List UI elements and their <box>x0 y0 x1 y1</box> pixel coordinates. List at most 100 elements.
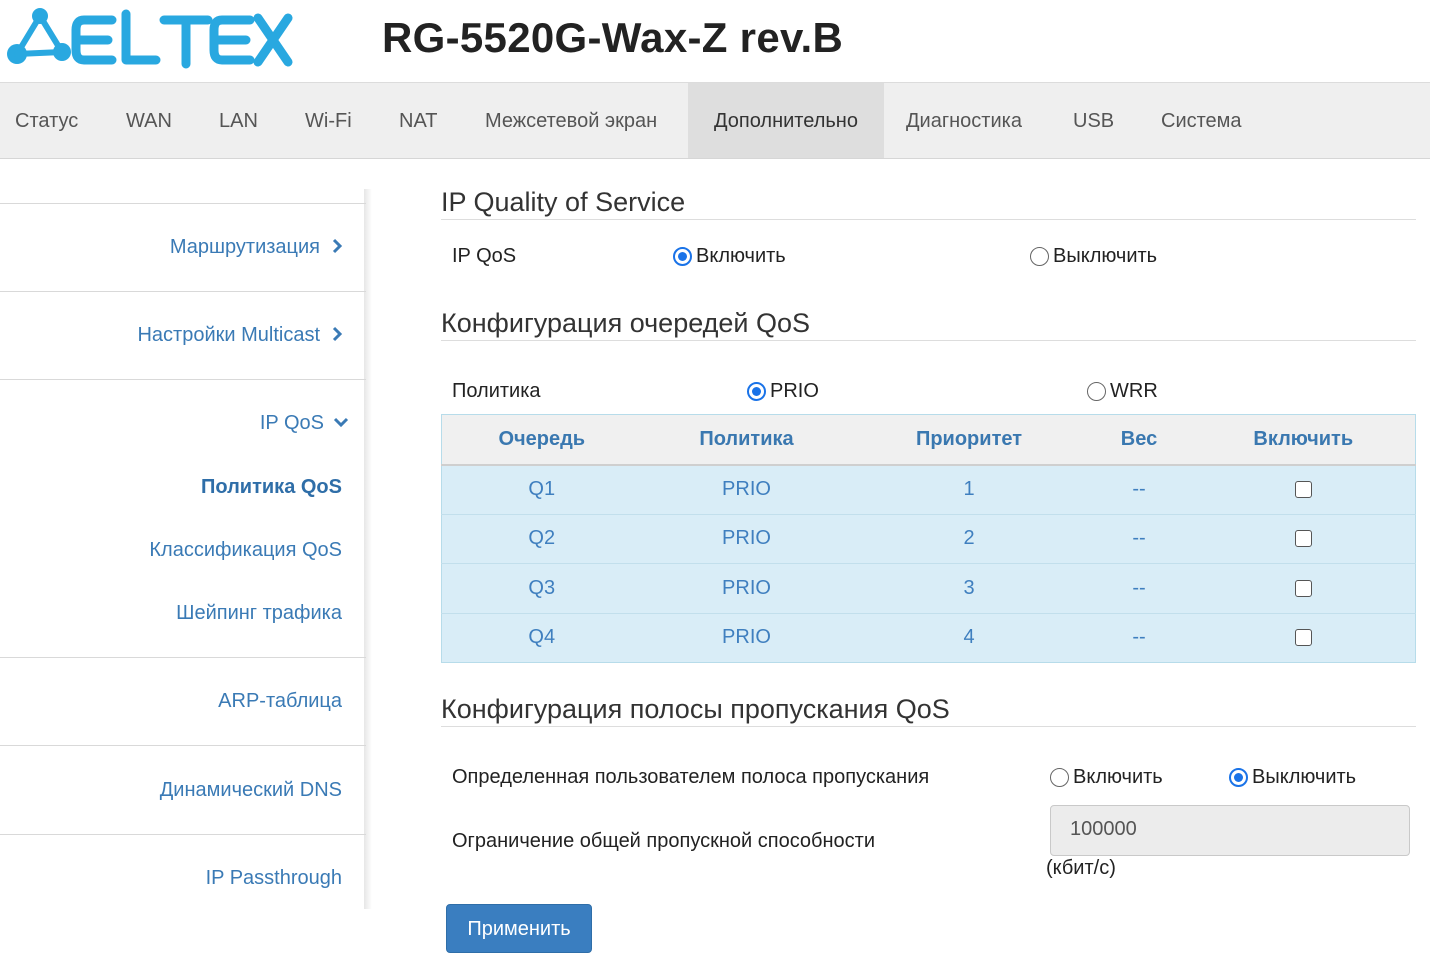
ip-qos-label: IP QoS <box>452 245 517 267</box>
top-navigation: Статус WAN LAN Wi-Fi NAT Межсетевой экра… <box>0 82 1430 159</box>
radio-unchecked-icon <box>1050 768 1069 787</box>
tab-firewall[interactable]: Межсетевой экран <box>463 83 679 158</box>
radio-label: PRIO <box>770 380 819 402</box>
tab-wifi[interactable]: Wi-Fi <box>283 83 374 158</box>
column-header-queue: Очередь <box>441 414 642 466</box>
policy-cell: PRIO <box>641 563 852 613</box>
apply-button[interactable]: Применить <box>446 904 592 953</box>
queue-enable-checkbox[interactable] <box>1294 579 1312 597</box>
sidebar-item-qos-classification[interactable]: Классификация QoS <box>149 539 342 562</box>
enable-cell <box>1191 513 1416 564</box>
chevron-right-icon <box>332 326 343 342</box>
radio-checked-icon <box>673 247 692 266</box>
tab-lan[interactable]: LAN <box>197 83 280 158</box>
queue-cell: Q2 <box>441 513 642 564</box>
weight-cell: -- <box>1086 612 1192 663</box>
eltex-logo-icon <box>7 8 293 69</box>
radio-checked-icon <box>1229 768 1248 787</box>
tab-usb[interactable]: USB <box>1051 83 1136 158</box>
tab-status[interactable]: Статус <box>0 83 100 158</box>
queue-enable-checkbox[interactable] <box>1294 481 1312 499</box>
priority-cell: 4 <box>851 612 1087 663</box>
policy-label: Политика <box>452 380 541 402</box>
sidebar-item-ip-passthrough[interactable]: IP Passthrough <box>206 867 342 890</box>
table-row: Q3 PRIO 3 -- <box>441 563 1416 613</box>
policy-prio-radio[interactable]: PRIO <box>747 380 819 403</box>
queue-enable-checkbox[interactable] <box>1294 629 1312 647</box>
divider <box>441 340 1416 341</box>
divider <box>441 726 1416 727</box>
weight-cell: -- <box>1086 464 1192 514</box>
priority-cell: 2 <box>851 513 1087 564</box>
column-header-priority: Приоритет <box>851 414 1087 466</box>
tab-advanced[interactable]: Дополнительно <box>688 83 884 158</box>
policy-wrr-radio[interactable]: WRR <box>1087 380 1158 403</box>
sidebar-item-qos-policy[interactable]: Политика QoS <box>201 476 342 499</box>
priority-cell: 3 <box>851 563 1087 613</box>
bandwidth-limit-label: Ограничение общей пропускной способности <box>452 830 875 852</box>
tab-system[interactable]: Система <box>1139 83 1264 158</box>
radio-label: Включить <box>1073 766 1163 788</box>
bandwidth-disable-radio[interactable]: Выключить <box>1229 766 1356 789</box>
table-header-row: Очередь Политика Приоритет Вес Включить <box>441 414 1416 466</box>
sidebar-item-label: Настройки Multicast <box>137 324 320 346</box>
priority-cell: 1 <box>851 464 1087 514</box>
tab-diagnostics[interactable]: Диагностика <box>884 83 1044 158</box>
column-header-enable: Включить <box>1191 414 1416 466</box>
tab-nat[interactable]: NAT <box>377 83 460 158</box>
table-row: Q4 PRIO 4 -- <box>441 612 1416 663</box>
sidebar: Маршрутизация Настройки Multicast IP QoS… <box>0 159 372 956</box>
divider <box>441 219 1416 220</box>
radio-label: WRR <box>1110 380 1158 402</box>
divider <box>0 657 366 658</box>
enable-cell <box>1191 464 1416 514</box>
sidebar-shadow <box>364 189 372 909</box>
sidebar-item-label: IP QoS <box>259 412 324 434</box>
sidebar-item-multicast[interactable]: Настройки Multicast <box>137 324 346 347</box>
divider <box>0 291 366 292</box>
radio-unchecked-icon <box>1030 247 1049 266</box>
table-row: Q2 PRIO 2 -- <box>441 513 1416 564</box>
ip-qos-enable-radio[interactable]: Включить <box>673 245 786 268</box>
queue-cell: Q4 <box>441 612 642 663</box>
section-title-queues: Конфигурация очередей QoS <box>441 308 811 338</box>
queue-table: Очередь Политика Приоритет Вес Включить … <box>441 414 1416 663</box>
radio-label: Выключить <box>1053 245 1158 267</box>
header: RG-5520G-Wax-Z rev.B <box>0 0 1430 82</box>
divider <box>0 379 366 380</box>
divider <box>0 745 366 746</box>
sidebar-item-arp-table[interactable]: ARP-таблица <box>218 690 342 713</box>
divider <box>0 834 366 835</box>
enable-cell <box>1191 563 1416 613</box>
column-header-weight: Вес <box>1086 414 1192 466</box>
sidebar-item-routing[interactable]: Маршрутизация <box>170 236 346 259</box>
device-model: RG-5520G-Wax-Z rev.B <box>382 14 844 61</box>
divider <box>0 203 366 204</box>
weight-cell: -- <box>1086 513 1192 564</box>
sidebar-item-label: Маршрутизация <box>169 236 320 258</box>
radio-checked-icon <box>747 382 766 401</box>
enable-cell <box>1191 612 1416 663</box>
eltex-logo <box>4 6 294 70</box>
table-row: Q1 PRIO 1 -- <box>441 464 1416 514</box>
user-bandwidth-label: Определенная пользователем полоса пропус… <box>452 766 930 788</box>
sidebar-item-dynamic-dns[interactable]: Динамический DNS <box>160 779 342 802</box>
bandwidth-unit-label: (кбит/с) <box>1046 857 1116 879</box>
bandwidth-enable-radio[interactable]: Включить <box>1050 766 1163 789</box>
queue-cell: Q3 <box>441 563 642 613</box>
chevron-right-icon <box>332 238 343 254</box>
sidebar-item-traffic-shaping[interactable]: Шейпинг трафика <box>176 602 342 625</box>
column-header-policy: Политика <box>641 414 852 466</box>
policy-cell: PRIO <box>641 612 852 663</box>
radio-label: Выключить <box>1252 766 1357 788</box>
ip-qos-disable-radio[interactable]: Выключить <box>1030 245 1157 268</box>
weight-cell: -- <box>1086 563 1192 613</box>
section-title-bandwidth: Конфигурация полосы пропускания QoS <box>441 694 950 724</box>
queue-cell: Q1 <box>441 464 642 514</box>
tab-wan[interactable]: WAN <box>104 83 194 158</box>
section-title-ip-qos: IP Quality of Service <box>441 187 686 217</box>
sidebar-item-ip-qos[interactable]: IP QoS <box>260 412 350 435</box>
queue-enable-checkbox[interactable] <box>1294 530 1312 548</box>
policy-cell: PRIO <box>641 464 852 514</box>
bandwidth-limit-input[interactable]: 100000 <box>1050 805 1410 856</box>
